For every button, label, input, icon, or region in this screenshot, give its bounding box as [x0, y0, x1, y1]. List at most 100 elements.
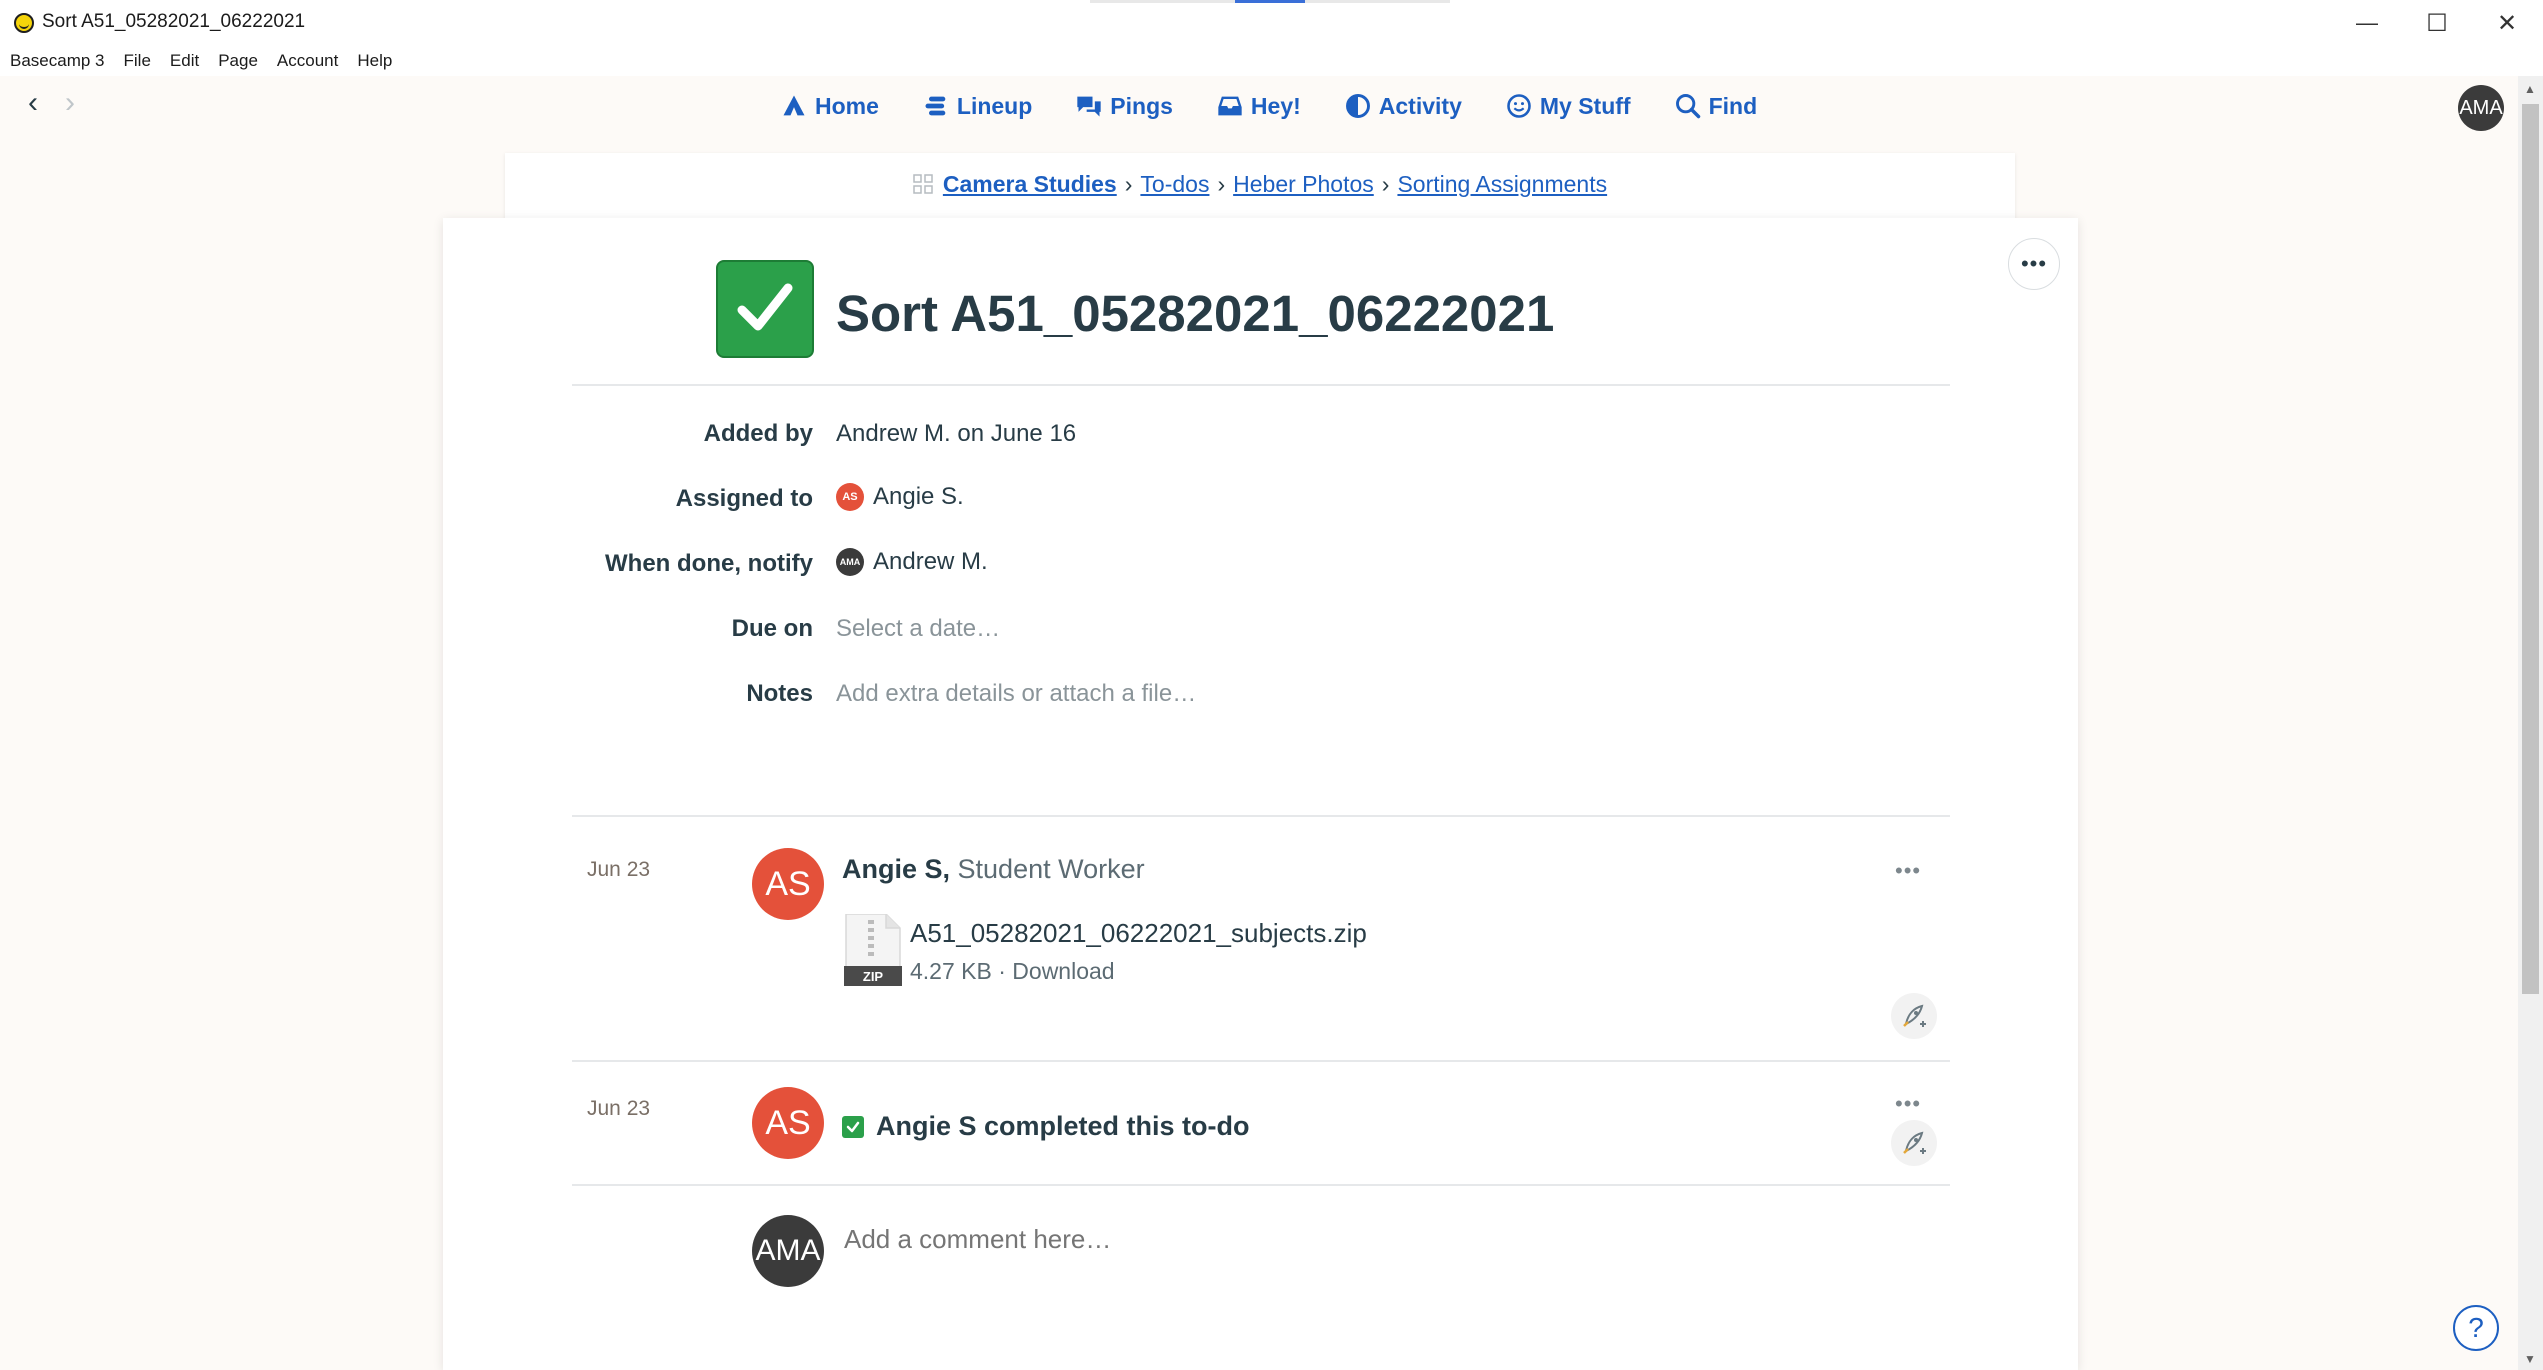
scrollbar-thumb[interactable] — [2522, 104, 2539, 994]
attachment-meta: 4.27 KB · Download — [910, 958, 1115, 985]
menu-basecamp[interactable]: Basecamp 3 — [10, 51, 105, 71]
notify-field[interactable]: AMA Andrew M. — [836, 548, 988, 576]
menubar: Basecamp 3 File Edit Page Account Help — [0, 46, 2543, 76]
search-icon — [1675, 94, 1700, 119]
completed-checkbox[interactable] — [716, 260, 814, 358]
author-avatar[interactable]: AS — [752, 848, 824, 920]
download-link[interactable]: Download — [1012, 958, 1114, 984]
todo-card: ••• Sort A51_05282021_06222021 Added by … — [443, 218, 2078, 1370]
my-stuff-icon — [1507, 94, 1531, 118]
menu-file[interactable]: File — [124, 51, 151, 71]
meta-separator: · — [998, 958, 1006, 984]
due-on-label: Due on — [731, 615, 813, 642]
nav-hey[interactable]: Hey! — [1216, 92, 1301, 120]
author-name: Angie S, — [842, 854, 951, 884]
activity-date: Jun 23 — [587, 858, 651, 881]
maximize-button[interactable]: ☐ — [2402, 4, 2472, 42]
file-size: 4.27 KB — [910, 958, 992, 984]
activity-icon — [1345, 94, 1370, 118]
project-grid-icon — [913, 174, 933, 194]
breadcrumb-separator: › — [1381, 171, 1390, 197]
breadcrumb-list[interactable]: Heber Photos — [1233, 171, 1374, 197]
rocket-boost-icon — [1903, 1004, 1926, 1027]
breadcrumb-separator: › — [1217, 171, 1226, 197]
assigned-to-field[interactable]: AS Angie S. — [836, 483, 964, 511]
menu-page[interactable]: Page — [218, 51, 258, 71]
scroll-down-arrow[interactable]: ▼ — [2524, 1352, 2536, 1366]
tab-indicator — [1310, 0, 1450, 3]
basecamp-logo-icon — [14, 13, 34, 33]
breadcrumb-todos[interactable]: To-dos — [1140, 171, 1209, 197]
nav-my-stuff[interactable]: My Stuff — [1505, 92, 1631, 120]
menu-help[interactable]: Help — [357, 51, 392, 71]
zip-file-icon[interactable]: ZIP — [844, 914, 902, 986]
activity-options-button[interactable]: ••• — [1895, 858, 1921, 884]
completed-check-icon — [842, 1115, 864, 1138]
commenter-avatar: AMA — [752, 1215, 824, 1287]
author-avatar[interactable]: AS — [752, 1087, 824, 1159]
nav-find-label: Find — [1708, 92, 1758, 119]
tab-indicator-active — [1235, 0, 1305, 3]
activity-author: Angie S, Student Worker — [842, 854, 1145, 885]
assigned-to-label: Assigned to — [675, 485, 813, 512]
nav-activity[interactable]: Activity — [1344, 92, 1462, 120]
nav-lineup[interactable]: Lineup — [922, 92, 1032, 120]
lineup-icon — [925, 96, 946, 116]
menu-account[interactable]: Account — [277, 51, 338, 71]
nav-find[interactable]: Find — [1674, 92, 1758, 120]
back-button[interactable]: ‹ — [18, 86, 48, 119]
nav-activity-label: Activity — [1378, 92, 1462, 119]
notify-label: When done, notify — [605, 550, 813, 577]
breadcrumb-separator: › — [1124, 171, 1133, 197]
close-button[interactable]: ✕ — [2472, 4, 2542, 42]
author-role: Student Worker — [957, 854, 1145, 884]
activity-date: Jun 23 — [587, 1097, 651, 1120]
nav-my-stuff-label: My Stuff — [1539, 92, 1631, 119]
added-by-label: Added by — [703, 420, 813, 447]
completion-event: Angie S completed this to-do — [842, 1111, 1250, 1142]
breadcrumb-group[interactable]: Sorting Assignments — [1397, 171, 1607, 197]
completion-text: Angie S completed this to-do — [876, 1111, 1250, 1141]
boost-button[interactable] — [1891, 1120, 1937, 1166]
todo-options-button[interactable]: ••• — [2008, 238, 2060, 290]
help-button[interactable]: ? — [2453, 1305, 2499, 1351]
assignee-name: Angie S. — [873, 483, 964, 510]
zip-label: ZIP — [863, 969, 884, 984]
nav-home[interactable]: Home — [780, 92, 879, 120]
notes-label: Notes — [746, 680, 813, 707]
notify-name: Andrew M. — [873, 548, 988, 575]
divider — [572, 1060, 1950, 1062]
nav-lineup-label: Lineup — [956, 92, 1033, 119]
minimize-button[interactable]: — — [2332, 4, 2402, 42]
forward-button[interactable]: › — [55, 86, 85, 119]
page-scrollbar[interactable]: ▲ ▼ — [2518, 76, 2543, 1370]
comment-input[interactable] — [842, 1223, 1846, 1256]
todo-title[interactable]: Sort A51_05282021_06222021 — [836, 284, 1554, 343]
attachment-filename[interactable]: A51_05282021_06222021_subjects.zip — [910, 918, 1367, 949]
divider — [572, 384, 1950, 386]
user-avatar[interactable]: AMA — [2458, 85, 2504, 131]
checkmark-icon — [737, 283, 793, 331]
nav-pings[interactable]: Pings — [1075, 92, 1173, 120]
hey-icon — [1218, 96, 1242, 116]
nav-pings-label: Pings — [1110, 92, 1173, 119]
top-navigation: Home Lineup Pings Hey! Activity My Stuff… — [780, 86, 1800, 126]
breadcrumb: Camera Studies › To-dos › Heber Photos › Sorti… — [505, 171, 2015, 198]
divider — [572, 815, 1950, 817]
activity-options-button[interactable]: ••• — [1895, 1091, 1921, 1117]
notes-input[interactable]: Add extra details or attach a file… — [836, 680, 1196, 708]
window-title: Sort A51_05282021_06222021 — [42, 11, 306, 32]
added-by-value: Andrew M. on June 16 — [836, 420, 1077, 447]
home-icon — [783, 95, 805, 116]
scroll-up-arrow[interactable]: ▲ — [2524, 82, 2536, 96]
notify-avatar: AMA — [836, 548, 864, 576]
boost-button[interactable] — [1891, 993, 1937, 1039]
breadcrumb-project[interactable]: Camera Studies — [943, 171, 1117, 197]
due-date-input[interactable]: Select a date… — [836, 615, 1000, 643]
menu-edit[interactable]: Edit — [170, 51, 199, 71]
rocket-boost-icon — [1903, 1131, 1926, 1154]
assignee-avatar: AS — [836, 483, 864, 511]
nav-hey-label: Hey! — [1250, 92, 1301, 119]
pings-icon — [1077, 96, 1101, 117]
nav-home-label: Home — [815, 92, 879, 119]
